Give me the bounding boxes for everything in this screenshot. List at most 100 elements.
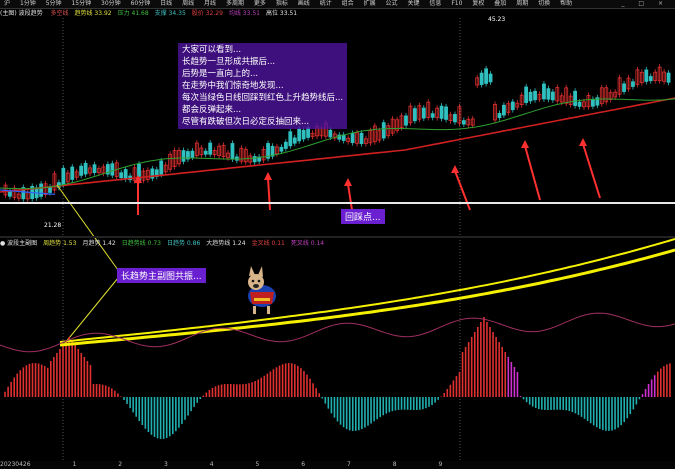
candle-body xyxy=(208,142,213,155)
candle-body xyxy=(283,141,288,149)
pullback-arrow-head xyxy=(521,140,529,148)
pointer-line xyxy=(56,184,119,271)
candle-body xyxy=(573,90,577,106)
candle-body xyxy=(79,165,84,176)
candle-body xyxy=(479,72,484,85)
annotation-line: 每次当绿色日线回踩到红色上升趋势线后... xyxy=(182,93,344,103)
pullback-arrow-head xyxy=(344,178,352,186)
annotation-box: 大家可以看到... 长趋势一旦形成共振后... 后势是一直向上的... 在走势中… xyxy=(178,43,348,129)
annotation-line: 尽管有跌破但次日必定反抽回来... xyxy=(182,117,310,127)
candle-body xyxy=(8,191,12,197)
indicator-value: 周趋势 1.53 xyxy=(43,240,77,247)
candle-body xyxy=(190,150,195,158)
candle-body xyxy=(510,101,515,111)
candle-body xyxy=(39,183,43,197)
pullback-arrow-head xyxy=(579,138,587,146)
candle-body xyxy=(648,76,653,82)
candle-body xyxy=(119,172,124,179)
candle-body xyxy=(404,115,408,126)
candle-body xyxy=(622,83,626,92)
high-price-label: 45.23 xyxy=(488,16,506,23)
candle-body xyxy=(631,81,635,87)
candle-body xyxy=(577,101,582,107)
candle-body xyxy=(546,88,551,100)
candle-body xyxy=(439,105,444,119)
candle-body xyxy=(461,120,466,125)
candle-body xyxy=(550,91,555,101)
candle-body xyxy=(306,127,311,138)
candle-body xyxy=(328,129,333,138)
candle-body xyxy=(412,108,417,122)
candle-body xyxy=(61,167,66,186)
indicator-value: ● 波段主副图 xyxy=(0,240,38,247)
tick-label: 6 xyxy=(301,461,306,468)
tick-label: 8 xyxy=(392,461,397,468)
candle-body xyxy=(542,83,546,100)
tick-label: 3 xyxy=(163,461,168,468)
tick-label: 2 xyxy=(118,461,123,468)
candle-body xyxy=(292,137,297,144)
tick-label: 1 xyxy=(72,461,77,468)
pullback-arrow xyxy=(582,143,601,199)
horizontal-reference-line xyxy=(0,202,675,204)
candle-body xyxy=(92,164,97,174)
indicator-value: 死叉线 0.14 xyxy=(290,240,325,247)
pullback-arrow-head xyxy=(451,165,459,173)
time-axis-bar: 20230426 1 2 3 4 5 6 7 8 9 xyxy=(0,461,675,469)
candle-body xyxy=(359,132,364,145)
candle-body xyxy=(524,86,529,103)
resonance-label: 长趋势主副图共振... xyxy=(117,268,206,283)
candle-body xyxy=(123,169,128,180)
candle-body xyxy=(484,68,489,84)
date-label: 20230426 xyxy=(0,461,31,468)
candle-body xyxy=(501,104,506,116)
indicator-value: 日趋势 0.86 xyxy=(167,240,201,247)
candle-body xyxy=(533,90,537,101)
candle-body xyxy=(430,113,435,118)
indicator-value: 日趋势线 0.73 xyxy=(121,240,161,247)
indicator-value: 月趋势 1.42 xyxy=(82,240,116,247)
candle-body xyxy=(279,146,284,152)
candle-body xyxy=(381,122,386,139)
candle-body xyxy=(497,113,502,119)
candle-body xyxy=(644,69,649,82)
sub-line-red xyxy=(0,312,675,353)
indicator-value: 金叉线 0.11 xyxy=(251,240,285,247)
tick-label: 4 xyxy=(209,461,214,468)
pullback-arrow xyxy=(524,145,541,201)
annotation-line: 长趋势一旦形成共振后... xyxy=(182,57,276,67)
candle-body xyxy=(83,162,88,175)
pullback-arrow-head xyxy=(264,172,272,180)
candle-body xyxy=(591,98,595,107)
candle-body xyxy=(70,166,75,180)
candle-body xyxy=(252,156,257,163)
dog-sticker-image xyxy=(248,266,276,314)
candle-body xyxy=(110,163,115,176)
candle-body xyxy=(181,150,186,162)
tick-label: 5 xyxy=(255,461,260,468)
pullback-arrow xyxy=(267,177,271,211)
candle-body xyxy=(453,114,457,123)
candle-body xyxy=(528,91,533,102)
sub-chart-header: ● 波段主副图 周趋势 1.53 月趋势 1.42 日趋势线 0.73 日趋势 0.86… xyxy=(0,239,675,248)
candle-body xyxy=(159,160,164,175)
annotation-line: 在走势中我们惊奇地发现... xyxy=(182,81,284,91)
candle-body xyxy=(350,133,355,144)
pullback-arrow xyxy=(347,183,353,211)
indicator-value: 大趋势线 1.24 xyxy=(206,240,246,247)
pane-divider[interactable] xyxy=(0,236,675,238)
candle-body xyxy=(48,186,52,193)
candle-body xyxy=(666,72,671,83)
tick-label: 7 xyxy=(346,461,351,468)
pullback-arrow xyxy=(454,170,471,211)
candle-body xyxy=(288,131,293,147)
candle-body xyxy=(203,150,208,155)
annotation-line: 都会反弹起来... xyxy=(182,105,242,115)
candle-body xyxy=(230,143,235,160)
annotation-line: 后势是一直向上的... xyxy=(182,69,259,79)
low-price-label: 21.28 xyxy=(44,222,62,229)
candle-body xyxy=(444,106,448,120)
tick-label: 9 xyxy=(438,461,443,468)
candle-body xyxy=(421,107,426,119)
candle-body xyxy=(488,73,493,83)
